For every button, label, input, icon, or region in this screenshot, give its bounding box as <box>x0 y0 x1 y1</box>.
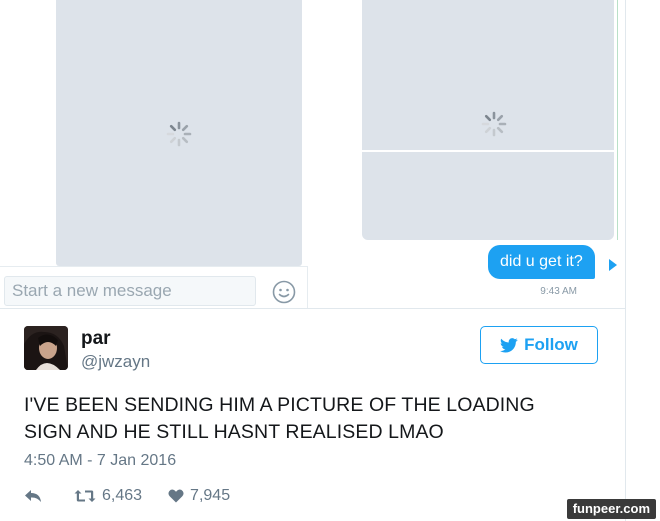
message-bubble[interactable]: did u get it? <box>488 245 595 279</box>
tweet-actions: 6,463 7,945 <box>24 485 230 507</box>
like-button[interactable]: 7,945 <box>168 487 230 505</box>
reply-icon <box>25 490 41 502</box>
divider <box>617 0 618 240</box>
dm-conversation: did u get it? 9:43 AM <box>0 0 625 308</box>
watermark: funpeer.com <box>566 499 656 519</box>
avatar[interactable] <box>24 326 68 370</box>
user-handle[interactable]: @jwzayn <box>81 352 150 372</box>
section-divider <box>0 308 625 309</box>
emoji-smile-icon[interactable] <box>272 280 296 304</box>
follow-button[interactable]: Follow <box>480 326 598 364</box>
sent-image-right[interactable] <box>362 0 614 150</box>
loading-spinner-icon <box>165 120 193 148</box>
follow-label: Follow <box>524 335 578 354</box>
display-name[interactable]: par <box>81 328 111 350</box>
divider <box>625 0 626 521</box>
message-bubble-tail <box>609 259 617 271</box>
sent-image-left[interactable] <box>56 0 302 266</box>
like-count: 7,945 <box>190 487 231 504</box>
twitter-bird-icon <box>500 337 518 353</box>
compose-bar <box>0 266 308 308</box>
heart-icon <box>168 489 184 503</box>
retweet-count: 6,463 <box>102 487 143 504</box>
tweet-text-line: I'VE BEEN SENDING HIM A PICTURE OF THE L… <box>24 394 535 416</box>
reply-button[interactable] <box>24 489 42 503</box>
tweet-text: I'VE BEEN SENDING HIM A PICTURE OF THE L… <box>24 392 584 446</box>
retweet-icon <box>74 490 96 502</box>
tweet-text-line: SIGN AND HE STILL HASNT REALISED LMAO <box>24 421 444 443</box>
loading-spinner-icon <box>480 110 508 138</box>
message-timestamp: 9:43 AM <box>540 286 577 297</box>
sent-image-right-lower[interactable] <box>362 152 614 240</box>
message-input[interactable] <box>4 276 256 306</box>
retweet-button[interactable]: 6,463 <box>74 487 142 505</box>
tweet-timestamp[interactable]: 4:50 AM - 7 Jan 2016 <box>24 452 176 470</box>
